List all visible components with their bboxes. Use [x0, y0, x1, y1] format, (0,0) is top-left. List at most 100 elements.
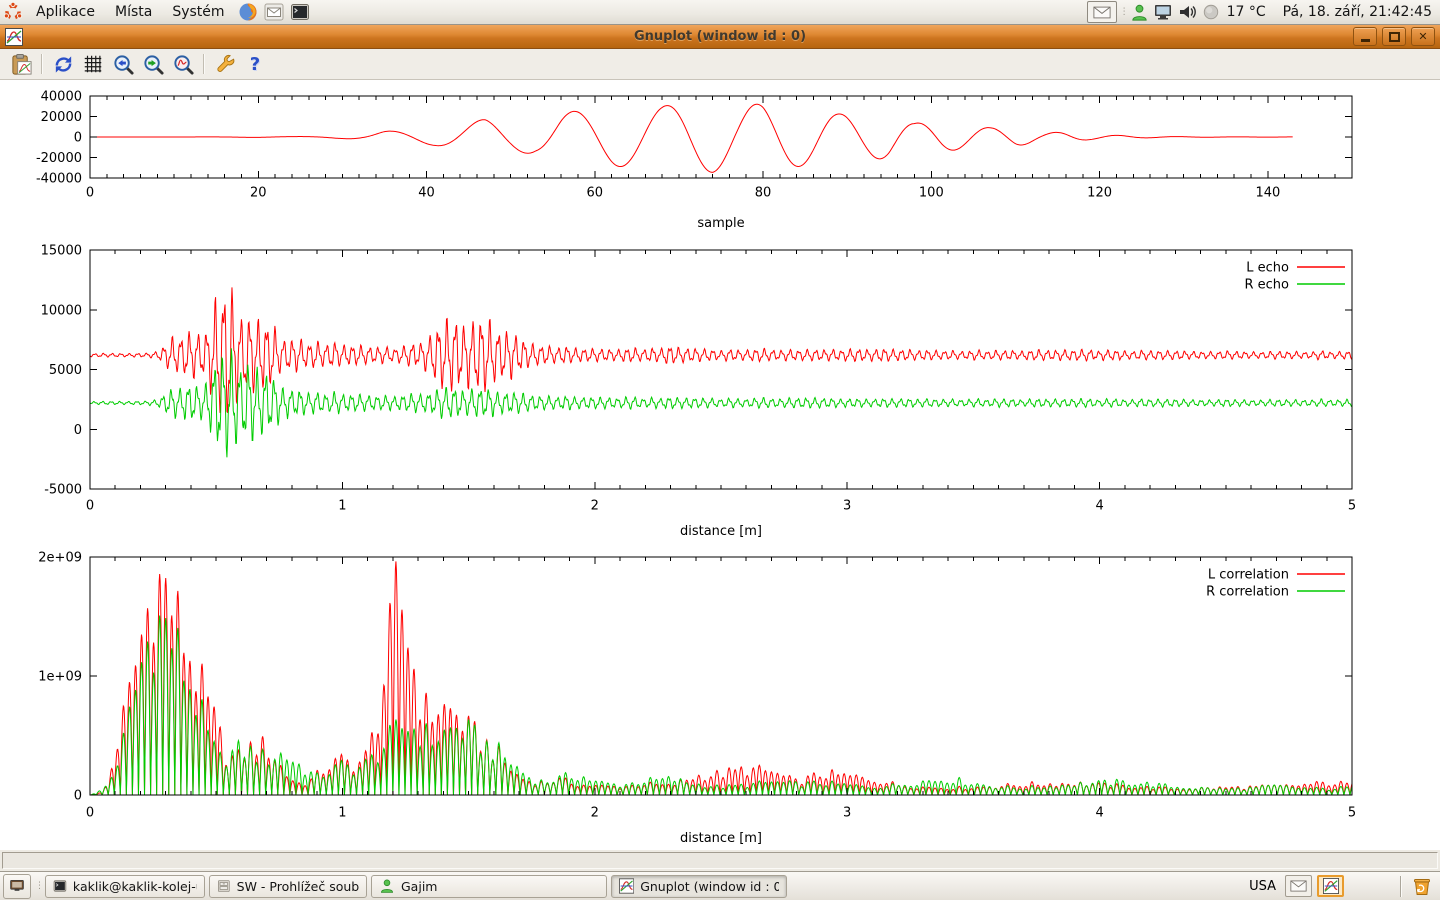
task-button-gajim[interactable]: Gajim — [371, 875, 607, 898]
y-tick-label: 5000 — [49, 363, 82, 378]
configure-button[interactable] — [210, 51, 240, 78]
speaker-icon[interactable] — [1177, 2, 1198, 23]
monitor-icon[interactable] — [1153, 2, 1174, 23]
trash-applet[interactable] — [1407, 875, 1437, 897]
taskbar-separator — [1400, 876, 1402, 897]
series-R-echo — [90, 348, 1352, 457]
legend-label: R correlation — [1206, 585, 1289, 600]
y-tick-label: 1e+09 — [38, 670, 82, 685]
menu-applications[interactable]: Aplikace — [26, 0, 105, 24]
x-tick-label: 80 — [755, 186, 772, 201]
x-tick-label: 100 — [919, 186, 944, 201]
weather-icon[interactable] — [1201, 2, 1222, 23]
x-tick-label: 60 — [587, 186, 604, 201]
tray-gnuplot-button[interactable] — [1317, 875, 1344, 897]
clock-applet[interactable]: Pá, 18. září, 21:42:45 — [1273, 4, 1432, 20]
window-status-bar — [0, 850, 1440, 871]
x-tick-label: 0 — [86, 806, 94, 821]
mail-icon — [264, 2, 284, 22]
taskbar-right-area: USA — [1249, 875, 1437, 897]
x-tick-label: 0 — [86, 499, 94, 514]
show-desktop-button[interactable] — [3, 874, 31, 899]
legend-label: R echo — [1244, 278, 1289, 293]
x-tick-label: 40 — [418, 186, 435, 201]
x-tick-label: 5 — [1348, 499, 1356, 514]
keyboard-layout-indicator[interactable]: USA — [1249, 879, 1280, 894]
menu-applications-label: Aplikace — [36, 4, 95, 20]
toolbar-separator — [203, 54, 205, 74]
x-tick-label: 20 — [250, 186, 267, 201]
legend-label: L echo — [1246, 261, 1289, 276]
gnome-top-panel: Aplikace Místa Systém ⋮ — [0, 0, 1440, 25]
x-tick-label: 0 — [86, 186, 94, 201]
toggle-grid-button[interactable] — [78, 51, 108, 78]
tray-handle[interactable]: ⋮ — [1120, 8, 1126, 17]
trash-icon — [1411, 875, 1433, 897]
x-axis-label: distance [m] — [680, 524, 762, 539]
wrench-icon — [214, 53, 237, 76]
help-button[interactable]: ? — [240, 51, 270, 78]
menu-system[interactable]: Systém — [162, 0, 234, 24]
clipboard-plot-icon — [10, 53, 33, 76]
x-axis-label: sample — [697, 216, 744, 231]
replot-button[interactable] — [48, 51, 78, 78]
show-desktop-icon — [9, 878, 25, 894]
x-tick-label: 2 — [591, 806, 599, 821]
x-tick-label: 120 — [1087, 186, 1112, 201]
x-tick-label: 1 — [338, 806, 346, 821]
x-axis-label: distance [m] — [680, 831, 762, 846]
x-tick-label: 2 — [591, 499, 599, 514]
zoom-back-icon — [112, 53, 135, 76]
tasklist-handle[interactable]: ⋮ — [35, 882, 41, 891]
user-switcher-icon[interactable] — [1129, 2, 1150, 23]
mail-notification-icon[interactable] — [1087, 1, 1117, 23]
task-button-terminal[interactable]: kaklik@kaklik-kolej-u... — [45, 875, 205, 898]
task-button-file-manager[interactable]: SW - Prohlížeč souborů — [209, 875, 367, 898]
zoom-forward-icon — [142, 53, 165, 76]
task-label: kaklik@kaklik-kolej-u... — [73, 879, 197, 894]
task-label: Gnuplot (window id : 0) — [640, 879, 779, 894]
terminal-icon — [290, 2, 310, 22]
gajim-icon — [379, 878, 395, 894]
gnuplot-canvas[interactable]: 020406080100120140-40000-200000200004000… — [0, 80, 1440, 850]
task-label: Gajim — [401, 879, 437, 894]
y-tick-label: 10000 — [41, 303, 82, 318]
terminal-launcher[interactable] — [289, 1, 311, 23]
menu-places[interactable]: Místa — [105, 0, 162, 24]
x-tick-label: 3 — [843, 499, 851, 514]
next-zoom-button[interactable] — [138, 51, 168, 78]
mail-icon — [1290, 880, 1307, 892]
export-to-clipboard-button[interactable] — [6, 51, 36, 78]
gnuplot-icon — [1323, 878, 1339, 894]
x-tick-label: 5 — [1348, 806, 1356, 821]
window-title: Gnuplot (window id : 0) — [0, 29, 1440, 44]
firefox-launcher[interactable] — [237, 1, 259, 23]
menu-system-label: Systém — [172, 4, 224, 20]
x-tick-label: 4 — [1095, 806, 1103, 821]
task-button-gnuplot[interactable]: Gnuplot (window id : 0) — [611, 875, 787, 898]
window-titlebar[interactable]: Gnuplot (window id : 0) ✕ — [0, 25, 1440, 49]
y-tick-label: 0 — [74, 789, 82, 804]
y-tick-label: 40000 — [41, 90, 82, 105]
y-tick-label: -5000 — [44, 483, 82, 498]
charts-canvas[interactable]: 020406080100120140-40000-200000200004000… — [0, 80, 1440, 850]
previous-zoom-button[interactable] — [108, 51, 138, 78]
task-label: SW - Prohlížeč souborů — [237, 879, 359, 894]
y-tick-label: 15000 — [41, 244, 82, 259]
y-tick-label: 2e+09 — [38, 551, 82, 566]
mail-launcher[interactable] — [263, 1, 285, 23]
panel-notification-area: ⋮ 17 °C — [1087, 1, 1440, 23]
series-ping — [90, 104, 1293, 172]
temperature-readout[interactable]: 17 °C — [1225, 4, 1270, 20]
y-tick-label: 0 — [74, 423, 82, 438]
zoom-autoscale-icon — [172, 53, 195, 76]
autoscale-button[interactable] — [168, 51, 198, 78]
gnome-taskbar: ⋮ kaklik@kaklik-kolej-u... SW - Prohlíže… — [0, 871, 1440, 900]
y-tick-label: -20000 — [36, 151, 82, 166]
y-tick-label: 20000 — [41, 110, 82, 125]
help-icon: ? — [250, 54, 260, 75]
ubuntu-menu-logo-icon[interactable] — [2, 1, 24, 23]
firefox-icon — [238, 2, 258, 22]
tray-mail-button[interactable] — [1285, 875, 1312, 897]
refresh-icon — [52, 53, 75, 76]
